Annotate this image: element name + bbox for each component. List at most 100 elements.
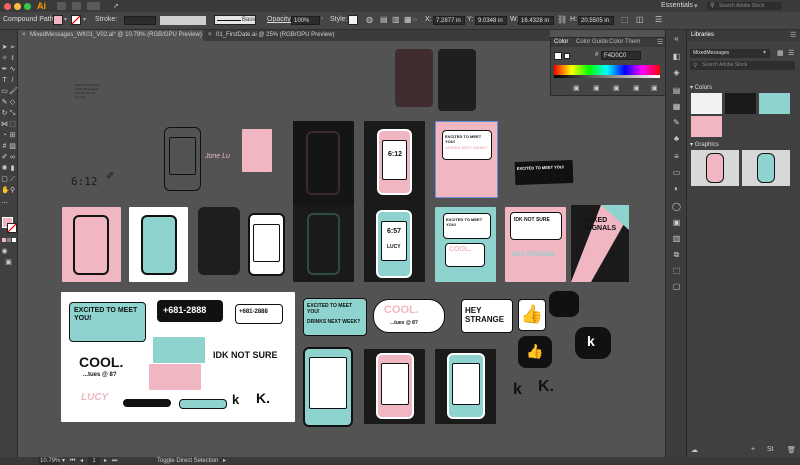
fill-swatch[interactable]: [53, 15, 63, 25]
slice-tool-icon[interactable]: ⟋: [9, 176, 16, 183]
artboard-mixed-signals[interactable]: MIXED SIGNALS: [571, 205, 629, 282]
hex-input[interactable]: F4D0C0: [601, 51, 641, 60]
k-lettering-art[interactable]: k: [513, 381, 522, 399]
minimize-window-button[interactable]: [14, 3, 21, 10]
k-dot-lettering-art[interactable]: K.: [538, 378, 554, 396]
blend-tool-icon[interactable]: ∞: [9, 154, 16, 161]
column-graph-tool-icon[interactable]: ▮: [9, 165, 16, 172]
isolate-group-icon[interactable]: ◫: [636, 15, 644, 24]
perspective-grid-tool-icon[interactable]: ⊞: [9, 132, 16, 139]
tab-mixedmessages[interactable]: × MixedMessages_WK01_V02.ai* @ 10.79% (R…: [18, 30, 203, 41]
libraries-icon[interactable]: ▤: [672, 86, 681, 95]
panel-action-icon[interactable]: ▣: [573, 84, 580, 92]
cool-bubble-art[interactable]: COOL. ...tues @ 8?: [373, 299, 445, 333]
library-search-input[interactable]: Search Adobe Stock: [690, 61, 795, 70]
zoom-chevron-icon[interactable]: ▾: [62, 457, 65, 465]
thumbs-up-dark-icon[interactable]: 👍: [518, 336, 552, 368]
stroke-chevron-icon[interactable]: ▾: [83, 16, 86, 23]
artboard-dark-3[interactable]: [293, 207, 354, 282]
stock-search-input[interactable]: Search Adobe Stock: [707, 2, 782, 10]
eyedropper-tool-icon[interactable]: ✐: [1, 154, 8, 161]
sketch-phone[interactable]: [164, 127, 201, 191]
graphic-style-swatch[interactable]: [348, 15, 358, 25]
workspace-switcher[interactable]: Essentials: [661, 2, 693, 9]
symbols-icon[interactable]: ♣: [672, 134, 681, 143]
close-tab-icon[interactable]: ×: [208, 30, 212, 41]
first-artboard-icon[interactable]: ⏮: [70, 457, 75, 465]
width-input[interactable]: 16.4328 in: [518, 16, 554, 25]
properties-icon[interactable]: ◧: [672, 52, 681, 61]
excited-bubble-art[interactable]: EXCITED TO MEET YOU! DRINKS NEXT WEEK?: [303, 298, 367, 336]
x-input[interactable]: 7.2877 in: [433, 16, 465, 25]
stock-icon[interactable]: St: [767, 446, 774, 453]
graphic-styles-icon[interactable]: ▣: [672, 218, 681, 227]
draw-normal-icon[interactable]: ◉: [1, 248, 8, 255]
none-mode-button[interactable]: [12, 238, 16, 242]
tab-color[interactable]: Color: [554, 39, 568, 45]
stroke-color-box[interactable]: [7, 223, 17, 233]
align-right-icon[interactable]: ▦: [404, 15, 412, 24]
brush-definition-dropdown[interactable]: Basic: [214, 15, 257, 25]
gradient-tool-icon[interactable]: ▨: [9, 143, 16, 150]
selection-tool-icon[interactable]: ➤: [1, 44, 8, 51]
cc-icon[interactable]: ☁: [691, 446, 698, 454]
artboard-lettering-sheet[interactable]: EXCITED TO MEET YOU! +681-2888 +681-2888…: [61, 292, 295, 422]
library-graphic-pink-phone[interactable]: [691, 150, 739, 186]
align-left-icon[interactable]: ▤: [380, 15, 388, 24]
add-content-icon[interactable]: +: [751, 446, 755, 453]
paintbrush-tool-icon[interactable]: 🖌: [9, 88, 18, 95]
opacity-label[interactable]: Opacity:: [267, 16, 293, 23]
pathfinder-icon[interactable]: ⧉: [672, 250, 681, 259]
artboard-pink-phone[interactable]: [62, 207, 121, 282]
transform-panel-icon[interactable]: ⬚: [672, 266, 681, 275]
align-center-icon[interactable]: ▥: [392, 15, 400, 24]
edit-toolbar-icon[interactable]: ⋯: [1, 200, 8, 207]
align-icon[interactable]: ▥: [672, 234, 681, 243]
arrange-documents-icon[interactable]: [87, 2, 100, 10]
artboard-dark-2[interactable]: 6:12: [364, 121, 425, 207]
maximize-window-button[interactable]: [24, 3, 31, 10]
swatches-icon[interactable]: ▦: [672, 102, 681, 111]
fill-chevron-icon[interactable]: ▾: [64, 16, 67, 23]
status-toggle-label[interactable]: Toggle Direct Selection: [157, 457, 218, 465]
status-next-icon[interactable]: ▸: [223, 457, 226, 465]
layers-icon[interactable]: ◈: [672, 68, 681, 77]
y-input[interactable]: 9.0348 in: [475, 16, 507, 25]
gradient-mode-button[interactable]: [7, 238, 11, 242]
library-dropdown[interactable]: MixedMessages: [690, 49, 770, 58]
width-tool-icon[interactable]: ⋈: [1, 121, 8, 128]
artboard-dark-1[interactable]: [293, 121, 354, 207]
color-spectrum[interactable]: [554, 65, 660, 75]
artboard-number-input[interactable]: 1: [88, 457, 100, 465]
dark-gray-swatch-art[interactable]: [438, 49, 476, 111]
panel-action-icon[interactable]: ▣: [593, 84, 600, 92]
library-color-swatch[interactable]: [691, 93, 722, 114]
workspace-chevron-icon[interactable]: ▾: [694, 2, 698, 10]
last-artboard-icon[interactable]: ⏭: [112, 457, 117, 465]
colors-section-header[interactable]: ▾ Colors: [690, 84, 712, 91]
library-color-swatch[interactable]: [691, 116, 722, 137]
libraries-title[interactable]: Libraries: [691, 32, 714, 38]
artboard-teal-lettering[interactable]: EXCITED TO MEET YOU! COOL.: [435, 207, 496, 282]
stock-icon[interactable]: [72, 2, 81, 10]
magic-wand-tool-icon[interactable]: ✧: [1, 55, 8, 62]
artboard-pink-phone-dark[interactable]: [364, 349, 425, 424]
list-view-icon[interactable]: ☰: [788, 49, 794, 57]
color-mode-button[interactable]: [2, 238, 6, 242]
artboard-tool-icon[interactable]: ▢: [1, 176, 8, 183]
rotate-tool-icon[interactable]: ↻: [1, 110, 8, 117]
delete-icon[interactable]: 🗑: [787, 446, 796, 454]
scale-tool-icon[interactable]: ⤡: [9, 110, 16, 117]
previous-artboard-icon[interactable]: ◂: [80, 457, 83, 465]
curvature-tool-icon[interactable]: ∿: [9, 66, 16, 73]
panel-action-icon[interactable]: ▣: [651, 84, 658, 92]
thumbs-up-icon[interactable]: 👍: [518, 299, 546, 331]
library-graphic-teal-phone[interactable]: [742, 150, 790, 186]
artboard-teal-phone-dark[interactable]: [435, 349, 496, 424]
recolor-artwork-icon[interactable]: ◍: [366, 15, 373, 24]
teal-phone-large-art[interactable]: [303, 347, 353, 427]
k-bubble-art[interactable]: k: [575, 327, 611, 359]
next-artboard-icon[interactable]: ▸: [104, 457, 107, 465]
pen-tool-icon[interactable]: ✒: [1, 66, 8, 73]
tab-firstdate[interactable]: × 01_FirstDate.ai @ 25% (RGB/GPU Preview…: [204, 30, 364, 41]
